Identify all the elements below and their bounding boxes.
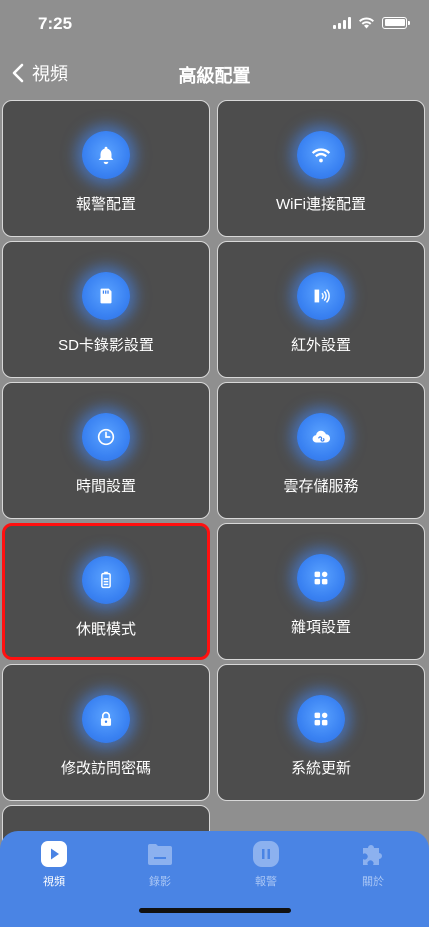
cloud-icon xyxy=(297,413,345,461)
tile-label: 休眠模式 xyxy=(75,621,136,638)
tab-label: 關於 xyxy=(362,876,384,888)
status-icons xyxy=(333,16,410,29)
battery-icon xyxy=(82,556,130,604)
puzzle-icon xyxy=(363,845,382,865)
tile-label: 報警配置 xyxy=(75,196,136,213)
tile-label: 紅外設置 xyxy=(290,337,351,354)
tile-label: 修改訪問密碼 xyxy=(60,760,151,777)
screen: 7:25 視頻 高級配置 報警配置 WiFi連接配置 SD卡錄影設置 紅外設置 … xyxy=(0,0,429,927)
play-icon xyxy=(41,841,67,867)
alarm-icon xyxy=(253,841,279,867)
status-time: 7:25 xyxy=(38,14,73,33)
nav-bar: 視頻 高級配置 xyxy=(0,52,429,96)
tile-label: WiFi連接配置 xyxy=(276,196,366,213)
tile-sleep-mode[interactable]: 休眠模式 xyxy=(2,523,210,660)
sd-card-icon xyxy=(82,272,130,320)
tile-sd-card-recording[interactable]: SD卡錄影設置 xyxy=(2,241,210,378)
tile-alarm-config[interactable]: 報警配置 xyxy=(2,100,210,237)
folder-icon xyxy=(148,844,172,865)
tile-label: SD卡錄影設置 xyxy=(58,337,154,354)
lock-icon xyxy=(82,695,130,743)
tile-cloud-storage[interactable]: 雲存儲服務 xyxy=(217,382,425,519)
battery-status-icon xyxy=(382,16,410,29)
tab-alarm[interactable]: 報警 xyxy=(231,841,301,889)
tile-label: 雲存儲服務 xyxy=(283,478,359,495)
clock-icon xyxy=(82,413,130,461)
page-title: 高級配置 xyxy=(178,66,251,86)
cellular-signal-icon xyxy=(333,16,351,29)
tile-system-update[interactable]: 系統更新 xyxy=(217,664,425,801)
tab-about[interactable]: 關於 xyxy=(338,841,408,889)
tab-video[interactable]: 視頻 xyxy=(19,841,89,889)
tile-misc-settings[interactable]: 雜項設置 xyxy=(217,523,425,660)
status-bar: 7:25 xyxy=(0,0,429,48)
infrared-icon xyxy=(297,272,345,320)
tab-recording[interactable]: 錄影 xyxy=(125,841,195,889)
tile-change-password[interactable]: 修改訪問密碼 xyxy=(2,664,210,801)
apps-icon xyxy=(297,554,345,602)
tile-label: 系統更新 xyxy=(290,760,351,777)
tile-label: 時間設置 xyxy=(75,478,136,495)
home-indicator xyxy=(139,908,291,913)
tab-label: 視頻 xyxy=(43,876,65,888)
tile-infrared-settings[interactable]: 紅外設置 xyxy=(217,241,425,378)
tab-label: 報警 xyxy=(255,876,277,888)
apps-icon xyxy=(297,695,345,743)
tile-time-settings[interactable]: 時間設置 xyxy=(2,382,210,519)
bell-icon xyxy=(82,131,130,179)
tile-label: 雜項設置 xyxy=(290,619,351,636)
wifi-icon xyxy=(297,131,345,179)
wifi-status-icon xyxy=(359,17,374,29)
tab-label: 錄影 xyxy=(149,876,171,888)
tile-wifi-config[interactable]: WiFi連接配置 xyxy=(217,100,425,237)
